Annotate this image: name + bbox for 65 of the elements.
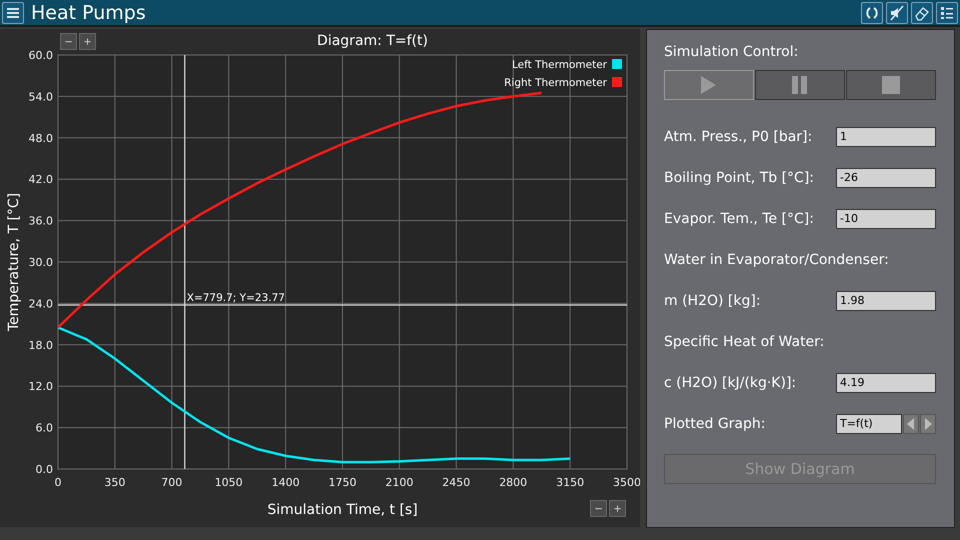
zoom-in-button[interactable]: + <box>79 33 96 50</box>
next-button[interactable] <box>920 414 936 434</box>
pause-icon <box>790 75 810 95</box>
y-tick-label: 12.0 <box>28 380 53 394</box>
legend-label: Left Thermometer <box>512 59 607 71</box>
y-axis-label: Temperature, T [°C] <box>6 192 22 332</box>
field-label: m (H2O) [kg]: <box>664 292 761 308</box>
input-field[interactable]: 4.19 <box>836 372 936 392</box>
field-label: c (H2O) [kJ/(kg·K)]: <box>664 374 796 390</box>
x-tick-label: 0 <box>54 476 62 489</box>
x-tick-label: 2100 <box>385 476 414 489</box>
field-label: Boiling Point, Tb [°C]: <box>664 170 814 186</box>
x-tick-label: 3150 <box>556 476 584 489</box>
previous-button[interactable] <box>903 414 919 434</box>
y-tick-label: 48.0 <box>28 132 53 145</box>
y-tick-label: 18.0 <box>28 338 53 352</box>
refresh-icon <box>864 4 880 20</box>
field-label: Plotted Graph: <box>664 416 766 432</box>
chart-title: Diagram: T=f(t) <box>317 33 428 49</box>
refresh-button[interactable] <box>861 2 883 24</box>
eraser-icon <box>914 4 930 20</box>
x-tick-label: 350 <box>104 476 126 489</box>
y-tick-label: 60.0 <box>28 49 53 62</box>
section-heading: Water in Evaporator/Condenser: <box>664 252 889 268</box>
x-tick-label: 2800 <box>499 476 528 489</box>
y-tick-label: 6.0 <box>36 422 53 435</box>
legend-label: Right Thermometer <box>504 77 607 89</box>
x-tick-label: 1750 <box>328 476 356 489</box>
x-tick-label: 3500 <box>613 476 640 489</box>
field-label: Evapor. Tem., Te [°C]: <box>664 210 814 226</box>
y-tick-label: 42.0 <box>28 173 53 186</box>
section-heading: Simulation Control: <box>664 44 800 60</box>
input-field[interactable]: 1 <box>836 126 936 146</box>
list-button[interactable] <box>936 2 958 24</box>
graph-select-field[interactable]: T=f(t) <box>836 414 902 434</box>
mute-button[interactable] <box>886 2 908 24</box>
stop-button[interactable] <box>846 70 936 100</box>
x-axis-label: Simulation Time, t [s] <box>267 502 418 518</box>
x-tick-label: 1050 <box>214 476 243 489</box>
left-arrow-icon <box>907 418 915 430</box>
input-field[interactable]: -10 <box>836 208 936 228</box>
y-tick-label: 36.0 <box>28 214 53 228</box>
input-field[interactable]: 1.98 <box>836 290 936 310</box>
zoom-out-button[interactable]: − <box>60 33 77 50</box>
menu-button[interactable] <box>2 2 24 24</box>
eraser-button[interactable] <box>911 2 933 24</box>
mute-icon <box>889 4 905 20</box>
y-tick-label: 24.0 <box>28 297 53 310</box>
window-title: Heat Pumps <box>31 2 146 24</box>
pause-button[interactable] <box>755 70 845 100</box>
cursor-readout: X=779.7; Y=23.77 <box>186 292 285 304</box>
y-tick-label: 30.0 <box>28 256 53 269</box>
x-tick-label: 700 <box>161 476 182 489</box>
x-tick-label: 1400 <box>272 476 300 489</box>
right-arrow-icon <box>924 418 932 430</box>
y-tick-label: 0.0 <box>36 463 53 476</box>
input-field[interactable]: -26 <box>836 168 936 188</box>
y-tick-label: 54.0 <box>28 90 53 104</box>
section-heading: Specific Heat of Water: <box>664 334 824 350</box>
x-tick-label: 2450 <box>442 476 470 489</box>
field-label: Atm. Press., P0 [bar]: <box>664 128 812 144</box>
stop-icon <box>881 75 901 95</box>
zoom-out-button[interactable]: − <box>590 500 607 517</box>
zoom-in-button[interactable]: + <box>609 500 626 517</box>
list-icon <box>939 4 955 20</box>
